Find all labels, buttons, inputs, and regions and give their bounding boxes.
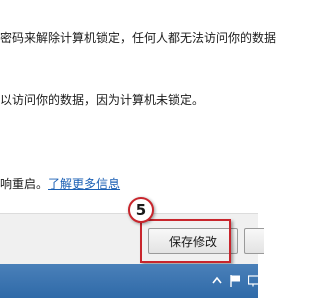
step-number-badge: 5: [128, 197, 154, 223]
description-line-2: 以访问你的数据，因为计算机未锁定。: [0, 93, 205, 107]
monitor-icon[interactable]: [248, 274, 258, 288]
description-line-3: 响重启。了解更多信息: [0, 176, 120, 192]
restart-note: 响重启。: [0, 177, 49, 191]
flag-icon[interactable]: [229, 274, 243, 288]
up-arrow-icon[interactable]: [212, 274, 222, 288]
taskbar: [0, 264, 258, 298]
description-line-1: 密码来解除计算机锁定，任何人都无法访问你的数据: [0, 31, 277, 45]
save-changes-button[interactable]: 保存修改: [148, 228, 238, 254]
cancel-button[interactable]: [244, 228, 264, 254]
learn-more-link[interactable]: 了解更多信息: [48, 177, 120, 191]
